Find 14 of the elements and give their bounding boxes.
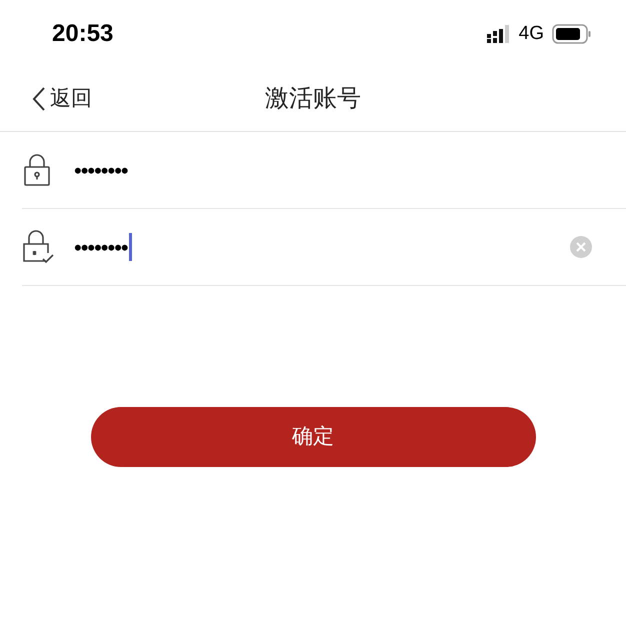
clear-button[interactable] — [570, 236, 592, 258]
confirm-button[interactable]: 确定 — [90, 407, 536, 467]
password-field[interactable]: •••••••• — [74, 150, 592, 190]
password-field[interactable]: •••••••• — [74, 227, 570, 267]
lock-icon — [22, 153, 52, 187]
battery-icon — [552, 24, 592, 44]
chevron-left-icon — [32, 86, 46, 112]
back-button[interactable]: 返回 — [32, 82, 92, 114]
status-time: 20:53 — [52, 19, 114, 49]
network-label: 4G — [518, 22, 544, 46]
close-icon — [576, 242, 586, 252]
page-title: 激活账号 — [265, 84, 361, 114]
lock-check-icon — [22, 229, 56, 265]
signal-icon — [486, 25, 511, 43]
